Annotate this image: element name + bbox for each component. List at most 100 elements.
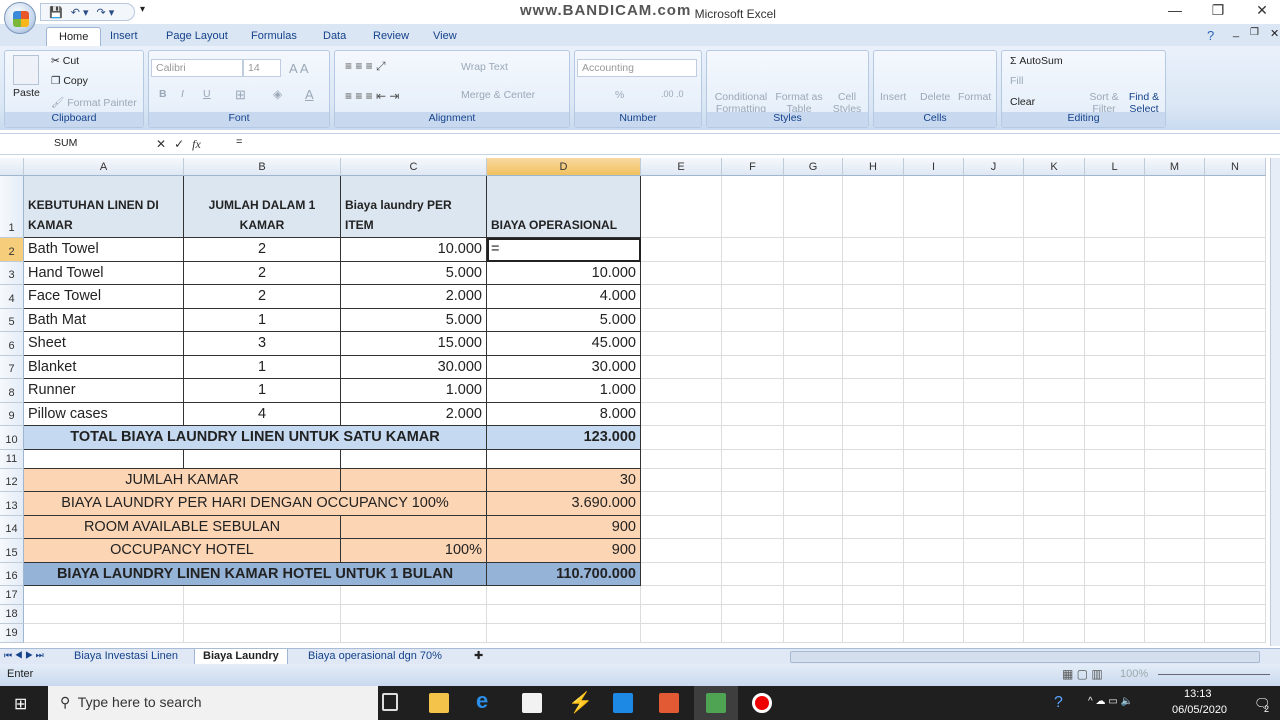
cell-c19[interactable]: [341, 624, 487, 643]
cell-m4[interactable]: [1145, 285, 1205, 309]
cell-f12[interactable]: [722, 468, 784, 492]
cell-l17[interactable]: [1085, 586, 1145, 605]
cell-b8[interactable]: 1: [184, 379, 341, 403]
cell-l4[interactable]: [1085, 285, 1145, 309]
cell-k8[interactable]: [1024, 379, 1085, 403]
cell-j7[interactable]: [964, 355, 1024, 379]
insert-sheet-icon[interactable]: ✚: [474, 649, 483, 662]
cell-g4[interactable]: [784, 285, 843, 309]
cell-j14[interactable]: [964, 515, 1024, 539]
cell-h6[interactable]: [843, 332, 904, 356]
workbook-minimize-icon[interactable]: _: [1233, 26, 1239, 38]
cell-d6[interactable]: 45.000: [487, 332, 641, 356]
zoom-slider[interactable]: [1158, 674, 1270, 675]
cell-e3[interactable]: [641, 261, 722, 285]
cell-j6[interactable]: [964, 332, 1024, 356]
cell-g2[interactable]: [784, 238, 843, 262]
cell-c7[interactable]: 30.000: [341, 355, 487, 379]
excel-taskbar-active[interactable]: [694, 686, 738, 720]
cell-l10[interactable]: [1085, 426, 1145, 450]
cell-e11[interactable]: [641, 449, 722, 469]
row-header-3[interactable]: 3: [0, 261, 24, 285]
cell-h4[interactable]: [843, 285, 904, 309]
cell-c5[interactable]: 5.000: [341, 308, 487, 332]
cell-c4[interactable]: 2.000: [341, 285, 487, 309]
cell-f3[interactable]: [722, 261, 784, 285]
number-format-select[interactable]: Accounting: [577, 59, 697, 77]
cell-n17[interactable]: [1205, 586, 1266, 605]
clear-button[interactable]: Clear: [1010, 96, 1035, 108]
cell-l13[interactable]: [1085, 492, 1145, 516]
cell-b3[interactable]: 2: [184, 261, 341, 285]
cell-i4[interactable]: [904, 285, 964, 309]
cell-e2[interactable]: [641, 238, 722, 262]
cell-l16[interactable]: [1085, 562, 1145, 586]
cell-j19[interactable]: [964, 624, 1024, 643]
cell-a14[interactable]: ROOM AVAILABLE SEBULAN: [24, 515, 341, 539]
cell-m14[interactable]: [1145, 515, 1205, 539]
redo-icon[interactable]: ↷ ▾: [97, 6, 115, 19]
cell-l12[interactable]: [1085, 468, 1145, 492]
cell-f16[interactable]: [722, 562, 784, 586]
cell-n11[interactable]: [1205, 449, 1266, 469]
cell-b5[interactable]: 1: [184, 308, 341, 332]
cell-d1[interactable]: BIAYA OPERASIONAL: [487, 176, 641, 238]
cell-e17[interactable]: [641, 586, 722, 605]
cell-n16[interactable]: [1205, 562, 1266, 586]
minimize-button[interactable]: —: [1155, 2, 1195, 22]
cell-l19[interactable]: [1085, 624, 1145, 643]
cell-a8[interactable]: Runner: [24, 379, 184, 403]
cell-i13[interactable]: [904, 492, 964, 516]
cell-h15[interactable]: [843, 539, 904, 563]
cell-n15[interactable]: [1205, 539, 1266, 563]
row-header-15[interactable]: 15: [0, 539, 24, 563]
cell-l6[interactable]: [1085, 332, 1145, 356]
cell-n7[interactable]: [1205, 355, 1266, 379]
cell-h18[interactable]: [843, 605, 904, 624]
zoom-level[interactable]: 100%: [1120, 668, 1148, 680]
cell-b2[interactable]: 2: [184, 238, 341, 262]
cell-h8[interactable]: [843, 379, 904, 403]
column-header-c[interactable]: C: [341, 158, 487, 176]
copy-button[interactable]: ❐ Copy: [51, 75, 88, 87]
cell-n9[interactable]: [1205, 402, 1266, 426]
cell-g5[interactable]: [784, 308, 843, 332]
cell-k19[interactable]: [1024, 624, 1085, 643]
row-header-2[interactable]: 2: [0, 238, 24, 262]
cell-a13[interactable]: BIAYA LAUNDRY PER HARI DENGAN OCCUPANCY …: [24, 492, 487, 516]
cell-j17[interactable]: [964, 586, 1024, 605]
cell-k15[interactable]: [1024, 539, 1085, 563]
delete-cells-button[interactable]: Delete: [920, 91, 950, 103]
cell-j1[interactable]: [964, 176, 1024, 238]
sheet-tab-biaya-investasi-linen[interactable]: Biaya Investasi Linen: [66, 649, 186, 665]
cell-m3[interactable]: [1145, 261, 1205, 285]
cell-k4[interactable]: [1024, 285, 1085, 309]
cell-f8[interactable]: [722, 379, 784, 403]
row-header-19[interactable]: 19: [0, 624, 24, 643]
cell-i9[interactable]: [904, 402, 964, 426]
cell-i7[interactable]: [904, 355, 964, 379]
cell-n3[interactable]: [1205, 261, 1266, 285]
close-button[interactable]: ✕: [1242, 2, 1280, 22]
cell-g15[interactable]: [784, 539, 843, 563]
cell-k14[interactable]: [1024, 515, 1085, 539]
cell-e10[interactable]: [641, 426, 722, 450]
cell-j11[interactable]: [964, 449, 1024, 469]
cell-g13[interactable]: [784, 492, 843, 516]
cell-b4[interactable]: 2: [184, 285, 341, 309]
cell-k6[interactable]: [1024, 332, 1085, 356]
taskbar-search[interactable]: ⚲ Type here to search: [48, 686, 378, 720]
cell-i6[interactable]: [904, 332, 964, 356]
cell-m15[interactable]: [1145, 539, 1205, 563]
cell-k3[interactable]: [1024, 261, 1085, 285]
cell-c1[interactable]: Biaya laundry PER ITEM: [341, 176, 487, 238]
column-header-h[interactable]: H: [843, 158, 904, 176]
cell-j3[interactable]: [964, 261, 1024, 285]
cell-j2[interactable]: [964, 238, 1024, 262]
cell-i15[interactable]: [904, 539, 964, 563]
cell-j5[interactable]: [964, 308, 1024, 332]
file-explorer-icon[interactable]: [429, 693, 449, 713]
cell-e18[interactable]: [641, 605, 722, 624]
cell-d3[interactable]: 10.000: [487, 261, 641, 285]
restore-button[interactable]: ❐: [1198, 2, 1238, 22]
